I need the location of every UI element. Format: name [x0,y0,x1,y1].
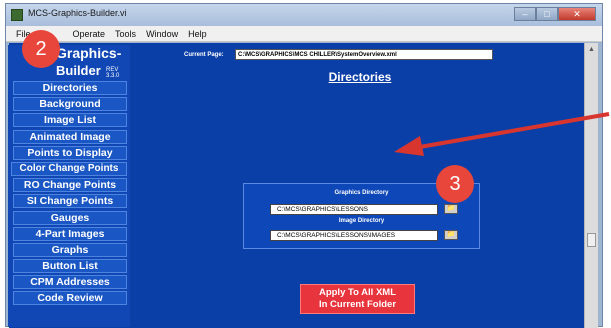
main-panel: Current Page: C:\MCS\GRAPHICS\MCS CHILLE… [138,45,582,327]
menu-bar: File Operate Tools Window Help [6,26,602,42]
vertical-scrollbar[interactable]: ▲ [584,43,598,328]
minimize-button[interactable]: – [514,7,536,21]
image-directory-label: Image Directory [338,218,385,224]
menu-window[interactable]: Window [141,29,183,39]
scroll-thumb[interactable] [587,233,596,247]
page-title: Directories [328,70,392,84]
nav-background[interactable]: Background [13,97,127,112]
title-bar: MCS-Graphics-Builder.vi – □ ✕ [6,4,602,26]
nav-color-change-points[interactable]: Color Change Points [11,161,127,176]
app-icon [11,9,23,21]
nav-cpm-addresses[interactable]: CPM Addresses [13,275,127,290]
nav-gauges[interactable]: Gauges [13,210,127,225]
nav-si-change-points[interactable]: SI Change Points [13,194,127,209]
nav-ro-change-points[interactable]: RO Change Points [13,178,127,193]
nav-image-list[interactable]: Image List [13,113,127,128]
nav-4-part-images[interactable]: 4-Part Images [13,226,127,241]
annotation-badge-2: 2 [22,30,60,68]
graphics-browse-folder-icon[interactable]: 📁 [444,204,458,214]
menu-operate[interactable]: Operate [68,29,111,39]
sidebar: Graphics- Builder REV 3.3.0 Directories … [8,45,130,327]
nav-button-list[interactable]: Button List [13,259,127,274]
current-page-label: Current Page: [184,52,224,58]
menu-help[interactable]: Help [183,29,212,39]
window-title: MCS-Graphics-Builder.vi [28,8,127,18]
nav-code-review[interactable]: Code Review [13,291,127,306]
apply-to-all-xml-button[interactable]: Apply To All XML In Current Folder [300,284,415,314]
close-button[interactable]: ✕ [558,7,596,21]
image-directory-field[interactable]: C:\MCS\GRAPHICS\LESSONS\IMAGES [270,230,438,241]
brand-title: Graphics- [56,45,122,61]
nav-directories[interactable]: Directories [13,81,127,95]
annotation-badge-3: 3 [436,165,474,203]
maximize-button[interactable]: □ [536,7,558,21]
window-controls: – □ ✕ [514,7,596,21]
apply-button-line2: In Current Folder [318,299,397,310]
nav-animated-image[interactable]: Animated Image [13,129,127,144]
sidebar-nav: Directories Background Image List Animat… [10,81,128,308]
graphics-directory-field[interactable]: C:\MCS\GRAPHICS\LESSONS [270,204,438,215]
current-page-field[interactable]: C:\MCS\GRAPHICS\MCS CHILLER\SystemOvervi… [235,49,493,60]
brand-revision: REV 3.3.0 [106,67,120,79]
nav-graphs[interactable]: Graphs [13,242,127,257]
brand-subtitle: Builder [56,63,101,78]
annotation-arrow-icon [394,112,610,156]
nav-points-to-display[interactable]: Points to Display [13,145,127,160]
menu-tools[interactable]: Tools [110,29,141,39]
apply-button-line1: Apply To All XML [318,287,397,298]
image-browse-folder-icon[interactable]: 📁 [444,230,458,240]
scroll-up-icon[interactable]: ▲ [587,45,596,54]
